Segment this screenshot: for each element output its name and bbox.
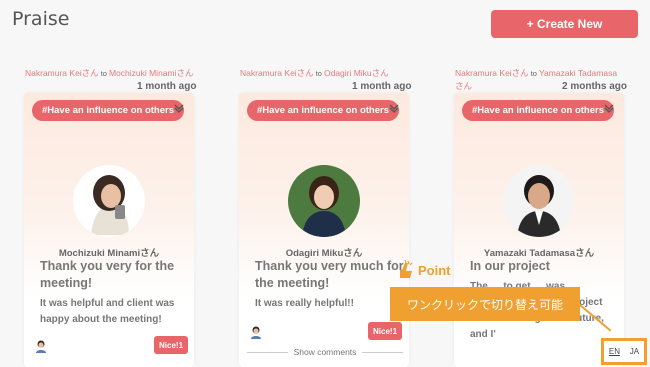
message-body: It was helpful and client was happy abou… [40,298,175,325]
card-1-time: 1 month ago [137,81,197,92]
create-new-button[interactable]: + Create New [491,10,638,38]
language-switcher: EN JA [601,338,647,365]
show-comments-label: Show comments [293,347,357,357]
praise-card-3: #Have an influence on others Yamazaki Ta… [454,93,624,367]
sender-avatar-icon [36,340,46,353]
sender-link[interactable]: Nakramura Keiさん [455,68,529,78]
pointing-hand-icon [400,260,413,278]
show-comments-link[interactable]: Show comments [247,347,403,357]
to-label: to [530,69,537,78]
sender-link[interactable]: Nakramura Keiさん [25,68,99,78]
point-label: Point [418,262,451,278]
nice-button[interactable]: Nice!1 [368,322,403,340]
create-new-label: + Create New [526,17,603,31]
card-2-header: Nakramura Keiさん to Odagiri Mikuさん [240,67,389,79]
value-tag[interactable]: #Have an influence on others [32,100,184,121]
card-2-time: 1 month ago [352,81,412,92]
message-body: It was really helpful!! [255,298,354,309]
language-ja-button[interactable]: JA [630,347,639,356]
card-1-header: Nakramura Keiさん to Mochizuki Minamiさん [25,67,194,79]
message-title: Thank you very much for the meeting! [255,259,404,290]
chevron-down-icon[interactable] [172,101,186,115]
chevron-down-icon[interactable] [602,101,616,115]
avatar [288,165,360,237]
card-3-time: 2 months ago [562,81,628,92]
praise-card-1: #Have an influence on others Mochizuki M… [24,93,194,367]
receiver-name: Mochizuki Minamiさん [58,248,160,259]
praise-card-2: #Have an influence on others Odagiri Mik… [239,93,409,367]
callout-banner: ワンクリックで切り替え可能 [390,287,580,321]
value-tag[interactable]: #Have an influence on others [247,100,399,121]
receiver-name: Odagiri Mikuさん [285,248,363,259]
receiver-link[interactable]: Mochizuki Minamiさん [109,68,194,78]
point-annotation: Point [396,260,451,280]
to-label: to [100,69,107,78]
message-title: Thank you very for the meeting! [40,259,175,290]
to-label: to [315,69,322,78]
message-title: In our project [470,259,550,273]
sender-link[interactable]: Nakramura Keiさん [240,68,314,78]
avatar [503,165,575,237]
chevron-down-icon[interactable] [387,101,401,115]
receiver-link[interactable]: Odagiri Mikuさん [324,68,389,78]
language-en-button[interactable]: EN [609,347,620,356]
sender-avatar-icon [251,326,261,339]
value-tag[interactable]: #Have an influence on others [462,100,614,121]
nice-button[interactable]: Nice!1 [154,336,189,354]
receiver-name: Yamazaki Tadamasaさん [483,248,595,259]
page-title: Praise [12,8,70,30]
avatar [73,165,145,237]
